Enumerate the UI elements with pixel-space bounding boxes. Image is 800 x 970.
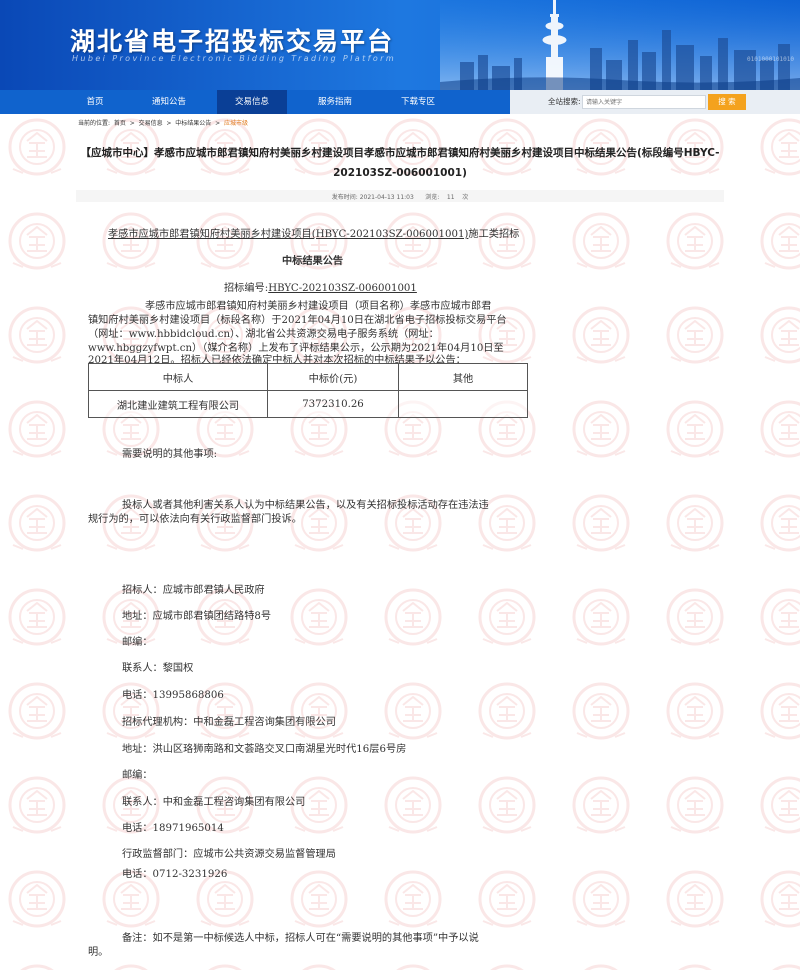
project-suffix: 施工类招标 <box>468 229 520 240</box>
contact-supervisor: 行政监督部门：应城市公共资源交易监督管理局 <box>122 849 336 860</box>
award-result-table: 中标人 中标价(元) 其他 湖北建业建筑工程有限公司 7372310.26 <box>88 363 528 418</box>
article-body: 孝感市应城市郎君镇知府村美丽乡村建设项目(HBYC-202103SZ-00600… <box>0 0 800 970</box>
other-matters-title: 需要说明的其他事项: <box>122 449 218 460</box>
intro-line-1: 孝感市应城市郎君镇知府村美丽乡村建设项目（项目名称）孝感市应城市郎君 <box>145 301 492 312</box>
winner-name: 湖北建业建筑工程有限公司 <box>88 390 268 418</box>
header-winner: 中标人 <box>88 363 268 391</box>
contact-agency: 招标代理机构：中和金磊工程咨询集团有限公司 <box>122 717 336 728</box>
complaint-line-2: 规行为的，可以依法向有关行政监督部门投诉。 <box>88 514 302 525</box>
bid-number-line: 招标编号:HBYC-202103SZ-006001001 <box>224 279 417 294</box>
bid-number-label: 招标编号: <box>224 283 269 294</box>
contact-agency-address: 地址：洪山区珞狮南路和文荟路交叉口南湖星光时代16层6号房 <box>122 744 407 755</box>
contact-agency-phone: 电话：18971965014 <box>122 823 224 834</box>
contact-tenderer: 招标人：应城市郎君镇人民政府 <box>122 585 265 596</box>
project-name: 孝感市应城市郎君镇知府村美丽乡村建设项目(HBYC-202103SZ-00600… <box>108 229 469 240</box>
contact-tenderer-address: 地址：应城市郎君镇团结路特8号 <box>122 611 272 622</box>
contact-tenderer-person: 联系人：黎国权 <box>122 663 194 674</box>
remark-line-2: 明。 <box>88 947 109 958</box>
contact-tenderer-postcode: 邮编： <box>122 637 153 648</box>
bid-number: HBYC-202103SZ-006001001 <box>268 283 417 294</box>
contact-agency-postcode: 邮编： <box>122 770 153 781</box>
complaint-line-1: 投标人或者其他利害关系人认为中标结果公告，以及有关招标投标活动存在违法违 <box>122 500 489 511</box>
header-price: 中标价(元) <box>267 363 399 391</box>
table-header-row: 中标人 中标价(元) 其他 <box>88 363 528 391</box>
contact-agency-person: 联系人：中和金磊工程咨询集团有限公司 <box>122 797 306 808</box>
header-other: 其他 <box>398 363 528 391</box>
winning-price: 7372310.26 <box>267 390 399 418</box>
intro-line-2: 镇知府村美丽乡村建设项目（标段名称）于2021年04月10日在湖北省电子招标投标… <box>88 315 507 326</box>
remark-line-1: 备注：如不是第一中标候选人中标，招标人可在“需要说明的其他事项”中予以说 <box>122 933 479 944</box>
notice-subheading: 中标结果公告 <box>282 255 344 267</box>
table-row: 湖北建业建筑工程有限公司 7372310.26 <box>88 390 528 418</box>
contact-supervisor-phone: 电话：0712-3231926 <box>122 869 228 880</box>
project-line: 孝感市应城市郎君镇知府村美丽乡村建设项目(HBYC-202103SZ-00600… <box>108 225 519 240</box>
intro-line-3: （网址：www.hbbidcloud.cn）、湖北省公共资源交易电子服务系统（网… <box>88 329 439 340</box>
other-cell <box>398 390 528 418</box>
contact-tenderer-phone: 电话：13995868806 <box>122 690 224 701</box>
